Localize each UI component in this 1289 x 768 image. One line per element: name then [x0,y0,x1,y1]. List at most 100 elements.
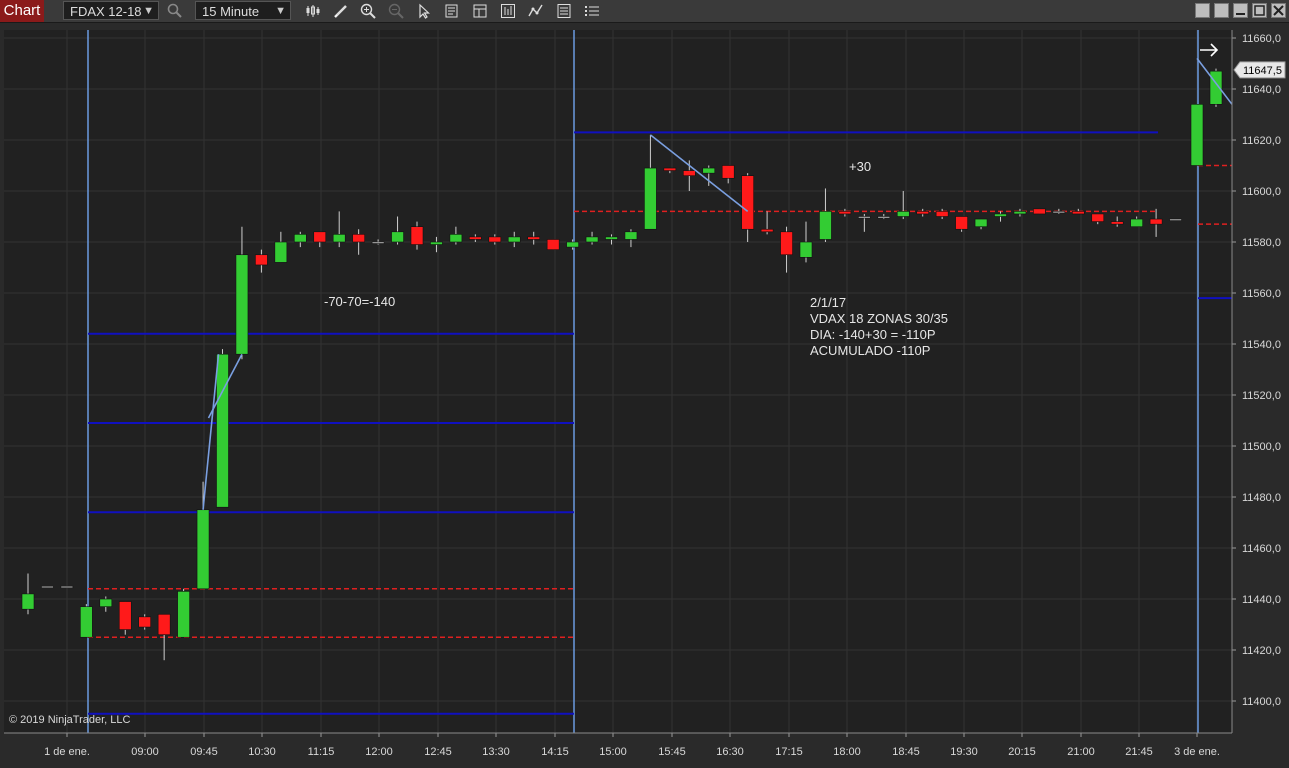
candle-body [1052,211,1066,214]
candle [235,226,249,360]
candle [702,165,716,186]
candle-body [838,211,852,215]
candle [469,234,482,242]
annotation-text: +30 [849,159,871,174]
candle [196,481,210,590]
candle [896,191,910,220]
candle [527,231,541,245]
y-tick-label: 11600,0 [1242,186,1281,198]
x-tick-label: 15:00 [599,746,627,758]
candle [216,349,229,508]
x-tick-label: 10:30 [248,746,276,758]
candle-body [391,231,404,243]
candle [994,211,1007,222]
x-tick-label: 13:30 [482,746,510,758]
copyright-text: © 2019 NinjaTrader, LLC [9,714,131,726]
candle [1190,104,1204,166]
candle-body [118,601,132,630]
y-tick-label: 11580,0 [1242,237,1281,249]
candle [780,226,793,273]
x-tick-label: 11:15 [308,746,335,758]
candle-body [721,165,735,179]
candle [1072,208,1085,215]
candle-body [624,231,638,240]
candle-body [1190,104,1204,166]
y-tick-label: 11420,0 [1242,645,1281,657]
candle-body [955,216,968,230]
candle [313,231,327,248]
y-tick-label: 11640,0 [1242,84,1281,96]
candle [274,231,288,263]
candle-body [41,585,54,589]
candle-body [138,616,151,628]
x-tick-label: 19:30 [950,746,978,758]
x-tick-label: 12:00 [365,746,393,758]
candle-body [702,167,716,174]
candle [41,585,54,589]
x-tick-label: 09:45 [190,746,218,758]
candle-body [741,175,754,230]
candle-body [1130,218,1143,228]
candle-body [21,593,35,610]
candle [877,213,891,220]
candle-body [274,241,288,263]
y-tick-label: 11620,0 [1242,135,1281,147]
candle-body [196,509,210,590]
candle-body [235,254,249,355]
candle [974,218,988,230]
candle-body [1149,218,1163,225]
candle [585,231,599,245]
candle-body [216,353,229,508]
candle [1052,208,1066,214]
candle-body [469,236,482,240]
x-tick-label: 3 de ene. [1174,746,1220,758]
candle [21,573,35,615]
candle [138,614,151,630]
candle [955,216,968,232]
candle-body [177,591,190,638]
candle [391,216,404,245]
candle-body [293,234,307,243]
candle [605,234,618,245]
x-tick-label: 17:15 [775,746,803,758]
candle-body [916,211,930,215]
candle [1033,208,1046,215]
candle [721,165,735,184]
y-tick-label: 11500,0 [1242,441,1281,453]
candle [80,604,93,638]
candle [644,134,657,230]
y-tick-label: 11540,0 [1242,339,1281,351]
candle [332,211,346,248]
x-tick-label: 18:45 [892,746,920,758]
axes: 11660,0 11640,0 11620,0 11600,0 11580,0 11560… [4,30,1286,758]
zone-lines [88,131,1232,715]
candle-body [80,606,93,638]
y-tick-label: 11480,0 [1242,492,1281,504]
x-tick-label: 14:15 [541,746,569,758]
candle [352,229,365,255]
candle-body [1110,221,1124,225]
candle [118,601,132,635]
candle-body [819,211,832,240]
candle [371,239,385,245]
candle [819,188,832,242]
candle [838,208,852,217]
candles [21,68,1223,661]
candle [799,221,813,263]
candle [177,588,190,638]
y-tick-label: 11460,0 [1242,543,1281,555]
y-tick-label: 11440,0 [1242,594,1281,606]
candle-body [527,236,541,240]
candle [1091,213,1105,225]
candle-body [507,236,521,243]
x-tick-label: 21:45 [1125,746,1153,758]
candle-body [1091,213,1105,222]
candle [430,236,443,253]
candle [935,208,949,220]
price-chart: 11660,0 11640,0 11620,0 11600,0 11580,0 11560… [4,30,1286,758]
candle-body [858,216,871,219]
candle-body [780,231,793,256]
candle-body [585,236,599,243]
candle [858,213,871,232]
candle [449,226,463,245]
